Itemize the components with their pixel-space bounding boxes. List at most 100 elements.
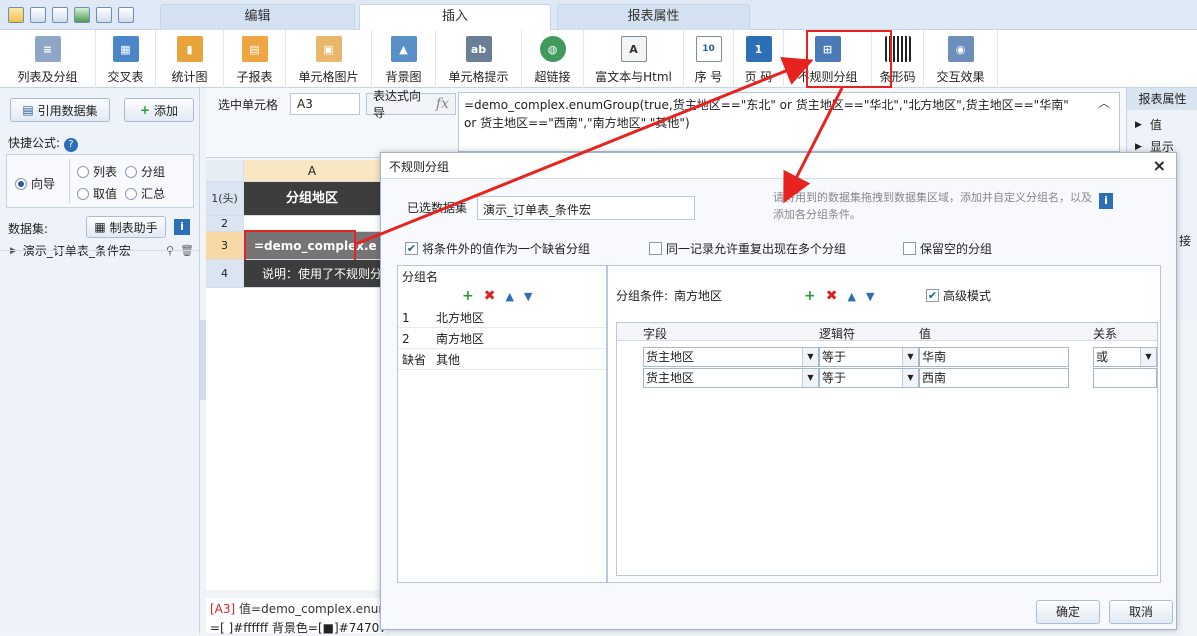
hyperlink-button[interactable]: ◍ 超链接	[522, 30, 584, 88]
row-header[interactable]: 1(头)	[206, 182, 244, 216]
cite-dataset-button[interactable]: ▤ 引用数据集	[10, 98, 110, 122]
ok-button[interactable]: 确定	[1036, 600, 1100, 624]
chart-button[interactable]: ▮ 统计图	[156, 30, 224, 88]
save-icon[interactable]	[30, 6, 46, 23]
collapse-icon[interactable]: ︿	[1098, 94, 1110, 111]
value-input[interactable]: 西南	[919, 368, 1069, 388]
add-icon[interactable]: +	[804, 288, 816, 304]
list-group-button[interactable]: ≡ 列表及分组	[0, 30, 96, 88]
formula-input[interactable]: =demo_complex.enumGroup(true,货主地区=="东北" …	[458, 92, 1120, 152]
row-header[interactable]: 2	[206, 216, 244, 232]
radio[interactable]	[77, 187, 89, 200]
chevron-down-icon[interactable]: ▼	[902, 369, 918, 387]
guide-radio[interactable]: 向导	[15, 175, 55, 192]
chevron-down-icon[interactable]: ▼	[802, 369, 818, 387]
subreport-button[interactable]: ▤ 子报表	[224, 30, 286, 88]
chevron-down-icon[interactable]: ▼	[1140, 348, 1156, 366]
group-row[interactable]: 1 北方地区	[398, 308, 606, 328]
default-group-option[interactable]: ✔ 将条件外的值作为一个缺省分组	[405, 240, 590, 257]
group-radio[interactable]: 分组	[125, 163, 165, 180]
splitter-handle[interactable]	[200, 320, 206, 400]
tab-edit[interactable]: 编辑	[160, 4, 355, 30]
status-line: =[ ]#ffffff 背景色=[■]#747070	[210, 621, 386, 635]
checkbox[interactable]: ✔	[926, 289, 939, 302]
group-row[interactable]: 缺省 其他	[398, 350, 606, 370]
page-number-button[interactable]: 1 页 码	[734, 30, 784, 88]
excel-icon[interactable]	[74, 6, 90, 23]
row-header[interactable]: 4	[206, 260, 244, 288]
delete-icon[interactable]: ✖	[484, 288, 496, 304]
move-up-icon[interactable]: ▲	[847, 290, 855, 303]
keep-empty-option[interactable]: 保留空的分组	[903, 240, 992, 257]
label: 分组条件:	[616, 289, 669, 303]
operator-select[interactable]: 等于 ▼	[819, 368, 919, 388]
chevron-down-icon[interactable]: ▼	[902, 348, 918, 366]
radio[interactable]	[77, 165, 89, 178]
delete-icon[interactable]: ✖	[826, 288, 838, 304]
chevron-down-icon[interactable]: ▼	[802, 348, 818, 366]
background-image-button[interactable]: ▲ 背景图	[372, 30, 436, 88]
open-icon[interactable]	[8, 6, 24, 23]
table-helper-button[interactable]: ▦ 制表助手	[86, 216, 166, 238]
cell-a4[interactable]: 说明：使用了不规则分	[244, 260, 381, 288]
status-area: [A3] 值=demo_complex.enum =[ ]#ffffff 背景色…	[206, 598, 386, 635]
value-radio[interactable]: 取值	[77, 185, 117, 202]
tab-report-properties[interactable]: 报表属性	[557, 4, 750, 30]
property-value[interactable]: ▶ 值	[1135, 116, 1162, 133]
summary-radio[interactable]: 汇总	[125, 185, 165, 202]
info-icon[interactable]: i	[174, 219, 190, 235]
info-icon[interactable]: i	[1099, 193, 1113, 209]
list-radio[interactable]: 列表	[77, 163, 117, 180]
checkbox[interactable]	[903, 242, 916, 255]
column-header-a[interactable]: A	[244, 160, 381, 182]
dataset-drop-area[interactable]: 演示_订单表_条件宏	[477, 196, 695, 220]
row-header[interactable]: 3	[206, 232, 244, 260]
move-up-icon[interactable]: ▲	[505, 290, 513, 303]
add-icon[interactable]: +	[462, 288, 474, 304]
allow-duplicate-option[interactable]: 同一记录允许重复出现在多个分组	[649, 240, 846, 257]
cell-a1[interactable]: 分组地区	[244, 182, 381, 216]
interaction-button[interactable]: ◉ 交互效果	[924, 30, 998, 88]
value-input[interactable]: 华南	[919, 347, 1069, 367]
operator-select[interactable]: 等于 ▼	[819, 347, 919, 367]
serial-number-button[interactable]: 10 序 号	[684, 30, 734, 88]
move-down-icon[interactable]: ▼	[866, 290, 874, 303]
group-name: 南方地区	[436, 332, 485, 346]
expand-icon[interactable]: ▶	[1135, 142, 1142, 152]
expand-icon[interactable]: ▶	[1135, 120, 1142, 130]
move-down-icon[interactable]: ▼	[524, 290, 532, 303]
cell-ref-input[interactable]: A3	[290, 93, 360, 115]
image-icon: ▣	[315, 36, 342, 62]
cell-image-button[interactable]: ▣ 单元格图片	[286, 30, 372, 88]
radio[interactable]	[125, 187, 137, 200]
expression-wizard-button[interactable]: 表达式向导 fx	[366, 89, 456, 120]
radio[interactable]	[125, 165, 137, 178]
column-header: 逻辑符	[819, 327, 856, 341]
tab-insert[interactable]: 插入	[359, 4, 551, 31]
checkbox[interactable]: ✔	[405, 242, 418, 255]
help-icon[interactable]: ?	[63, 138, 78, 152]
relation-select[interactable]	[1093, 368, 1157, 388]
field-select[interactable]: 货主地区 ▼	[643, 368, 819, 388]
advanced-mode-option[interactable]: ✔ 高级模式	[926, 287, 991, 304]
relation-select[interactable]: 或 ▼	[1093, 347, 1157, 367]
save-as-icon[interactable]	[52, 6, 68, 23]
search-icon[interactable]	[118, 6, 134, 23]
field-select[interactable]: 货主地区 ▼	[643, 347, 819, 367]
checkbox[interactable]	[649, 242, 662, 255]
report-grid: A 1(头) 分组地区 2 3 =demo_complex.e 4 说明：使用了…	[206, 160, 381, 590]
cell-tip-button[interactable]: ab 单元格提示	[436, 30, 522, 88]
add-button[interactable]: + 添加	[124, 98, 194, 122]
preview-icon[interactable]	[96, 6, 112, 23]
value: 等于	[822, 371, 847, 385]
dialog-title: 不规则分组	[381, 153, 1176, 179]
group-row[interactable]: 2 南方地区	[398, 329, 606, 349]
rich-text-button[interactable]: A 富文本与Html	[584, 30, 684, 88]
label: 引用数据集	[37, 103, 98, 118]
plus-icon: +	[139, 103, 151, 117]
radio[interactable]	[15, 177, 27, 190]
crosstab-button[interactable]: ▦ 交叉表	[96, 30, 156, 88]
close-icon[interactable]: ×	[1153, 156, 1166, 175]
cancel-button[interactable]: 取消	[1109, 600, 1173, 624]
label: 值	[1149, 118, 1162, 132]
